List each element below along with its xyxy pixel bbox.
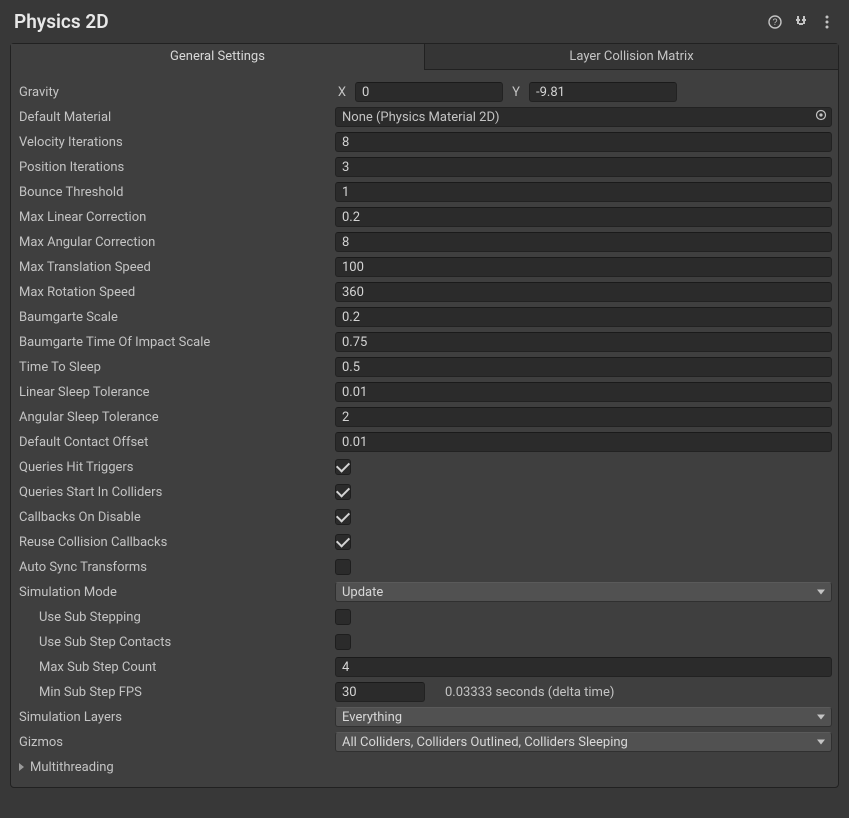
checkbox-use-sub-stepping[interactable] [335, 609, 351, 625]
tab-bar: General Settings Layer Collision Matrix [11, 44, 838, 70]
label-gravity-x: X [335, 85, 349, 100]
label-queries-hit-triggers: Queries Hit Triggers [17, 460, 335, 475]
dropdown-gizmos[interactable]: All Colliders, Colliders Outlined, Colli… [335, 732, 832, 752]
input-max-rotation-speed[interactable] [335, 282, 832, 302]
checkbox-callbacks-on-disable[interactable] [335, 509, 351, 525]
object-picker-icon[interactable] [815, 109, 827, 125]
settings-panel: General Settings Layer Collision Matrix … [10, 43, 839, 788]
presets-icon[interactable] [793, 14, 809, 30]
label-gravity-y: Y [509, 85, 523, 100]
input-gravity-x[interactable] [355, 82, 503, 102]
dropdown-simulation-mode-value: Update [342, 585, 383, 600]
row-default-material: Default Material None (Physics Material … [17, 105, 832, 130]
tab-layer-collision-matrix[interactable]: Layer Collision Matrix [424, 44, 838, 70]
input-time-to-sleep[interactable] [335, 357, 832, 377]
input-max-linear-correction[interactable] [335, 207, 832, 227]
help-icon[interactable]: ? [767, 14, 783, 30]
general-settings-body: Gravity X Y Default Material None (Physi… [11, 70, 838, 787]
checkbox-queries-hit-triggers[interactable] [335, 459, 351, 475]
header-actions: ? [767, 14, 835, 30]
dropdown-gizmos-value: All Colliders, Colliders Outlined, Colli… [342, 735, 628, 750]
label-multithreading: Multithreading [30, 760, 114, 775]
object-field-default-material[interactable]: None (Physics Material 2D) [335, 107, 832, 127]
label-baumgarte-toi: Baumgarte Time Of Impact Scale [17, 335, 335, 350]
label-default-material: Default Material [17, 110, 335, 125]
input-bounce-threshold[interactable] [335, 182, 832, 202]
label-max-linear-correction: Max Linear Correction [17, 210, 335, 225]
chevron-right-icon [19, 763, 24, 771]
input-baumgarte-toi[interactable] [335, 332, 832, 352]
checkbox-auto-sync-transforms[interactable] [335, 559, 351, 575]
checkbox-reuse-collision-callbacks[interactable] [335, 534, 351, 550]
label-max-sub-step-count: Max Sub Step Count [17, 660, 335, 675]
default-material-value: None (Physics Material 2D) [342, 110, 500, 125]
label-max-translation-speed: Max Translation Speed [17, 260, 335, 275]
label-simulation-mode: Simulation Mode [17, 585, 335, 600]
tab-general-settings[interactable]: General Settings [11, 44, 424, 70]
inspector-header: Physics 2D ? [0, 0, 849, 43]
foldout-multithreading[interactable]: Multithreading [17, 755, 832, 779]
page-title: Physics 2D [14, 10, 767, 33]
dropdown-simulation-layers[interactable]: Everything [335, 707, 832, 727]
label-simulation-layers: Simulation Layers [17, 710, 335, 725]
label-bounce-threshold: Bounce Threshold [17, 185, 335, 200]
input-position-iterations[interactable] [335, 157, 832, 177]
row-gravity: Gravity X Y [17, 80, 832, 105]
label-queries-start-in-colliders: Queries Start In Colliders [17, 485, 335, 500]
dropdown-simulation-layers-value: Everything [342, 710, 402, 725]
input-max-angular-correction[interactable] [335, 232, 832, 252]
label-gizmos: Gizmos [17, 735, 335, 750]
label-max-angular-correction: Max Angular Correction [17, 235, 335, 250]
input-gravity-y[interactable] [529, 82, 677, 102]
label-gravity: Gravity [17, 85, 335, 100]
svg-text:?: ? [772, 17, 777, 27]
input-linear-sleep-tol[interactable] [335, 382, 832, 402]
label-velocity-iterations: Velocity Iterations [17, 135, 335, 150]
label-time-to-sleep: Time To Sleep [17, 360, 335, 375]
label-linear-sleep-tol: Linear Sleep Tolerance [17, 385, 335, 400]
label-reuse-collision-callbacks: Reuse Collision Callbacks [17, 535, 335, 550]
label-min-sub-step-fps: Min Sub Step FPS [17, 685, 335, 700]
hint-min-sub-step-fps: 0.03333 seconds (delta time) [431, 685, 614, 700]
label-max-rotation-speed: Max Rotation Speed [17, 285, 335, 300]
checkbox-queries-start-in-colliders[interactable] [335, 484, 351, 500]
label-position-iterations: Position Iterations [17, 160, 335, 175]
input-baumgarte-scale[interactable] [335, 307, 832, 327]
input-max-translation-speed[interactable] [335, 257, 832, 277]
label-use-sub-stepping: Use Sub Stepping [17, 610, 335, 625]
more-icon[interactable] [819, 14, 835, 30]
input-angular-sleep-tol[interactable] [335, 407, 832, 427]
label-baumgarte-scale: Baumgarte Scale [17, 310, 335, 325]
checkbox-use-sub-step-contacts[interactable] [335, 634, 351, 650]
dropdown-simulation-mode[interactable]: Update [335, 582, 832, 602]
label-default-contact-offset: Default Contact Offset [17, 435, 335, 450]
input-default-contact-offset[interactable] [335, 432, 832, 452]
input-min-sub-step-fps[interactable] [335, 682, 425, 702]
label-angular-sleep-tol: Angular Sleep Tolerance [17, 410, 335, 425]
input-max-sub-step-count[interactable] [335, 657, 832, 677]
label-use-sub-step-contacts: Use Sub Step Contacts [17, 635, 335, 650]
label-callbacks-on-disable: Callbacks On Disable [17, 510, 335, 525]
label-auto-sync-transforms: Auto Sync Transforms [17, 560, 335, 575]
input-velocity-iterations[interactable] [335, 132, 832, 152]
